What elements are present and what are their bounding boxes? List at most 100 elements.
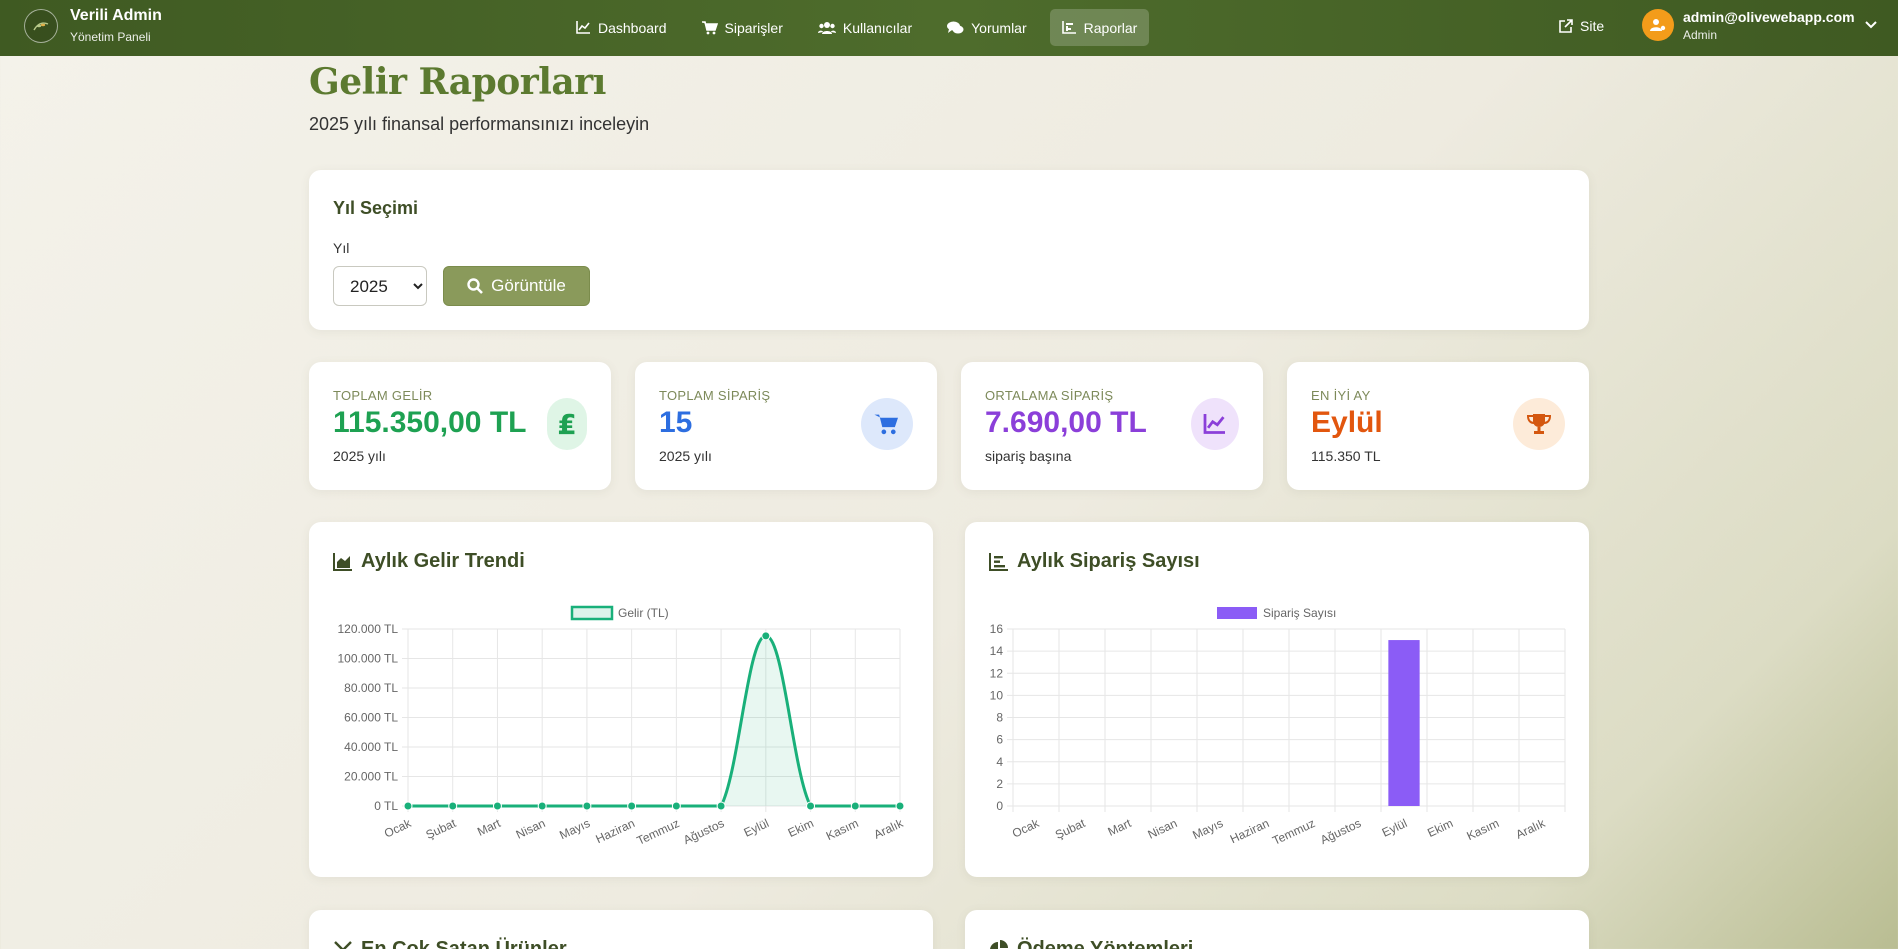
x-tick-label: Temmuz (635, 816, 682, 848)
nav-item-dashboard[interactable]: Dashboard (564, 9, 679, 46)
y-tick-label: 12 (990, 666, 1004, 680)
site-link-label: Site (1580, 18, 1605, 34)
stat-card-average-order: ORTALAMA SİPARİŞ 7.690,00 TL sipariş baş… (961, 362, 1263, 490)
stat-label: TOPLAM SİPARİŞ (659, 388, 771, 403)
x-tick-label: Eylül (742, 816, 771, 840)
x-tick-label: Haziran (1228, 816, 1271, 846)
brand[interactable]: Verili Admin Yönetim Paneli (24, 8, 162, 43)
data-point (895, 801, 905, 811)
nav-label-orders: Siparişler (724, 19, 783, 36)
x-tick-label: Kasım (824, 816, 861, 843)
cart-icon (861, 398, 913, 450)
stat-sub: sipariş başına (985, 448, 1072, 464)
users-icon (817, 22, 836, 34)
brand-subtitle: Yönetim Paneli (70, 30, 151, 44)
year-label: Yıl (333, 240, 350, 256)
data-point (492, 801, 502, 811)
x-tick-label: Aralık (1514, 816, 1549, 842)
revenue-line-chart: 0 TL 20.000 TL 40.000 TL 60.000 TL 80.000 TL… (338, 605, 907, 848)
x-tick-label: Mart (1106, 816, 1134, 839)
nav-item-orders[interactable]: Siparişler (690, 9, 795, 46)
data-bar (1388, 640, 1420, 806)
payment-methods-card: Ödeme Yöntemleri (965, 910, 1589, 949)
nav-label-reports: Raporlar (1083, 19, 1138, 36)
site-link[interactable]: Site (1559, 18, 1604, 34)
page-subtitle: 2025 yılı finansal performansınızı incel… (309, 114, 650, 134)
y-tick-label: 6 (996, 733, 1003, 747)
x-tick-label: Mayıs (1190, 816, 1225, 842)
pie-chart-icon (990, 939, 1008, 949)
year-selection-card: Yıl Seçimi Yıl 2025 Görüntüle (309, 170, 1589, 330)
nav-item-users[interactable]: Kullanıcılar (806, 9, 924, 46)
cart-icon (701, 20, 718, 34)
x-tick-label: Ağustos (681, 816, 726, 847)
stat-value: 115.350,00 TL (333, 406, 527, 439)
y-tick-label: 120.000 TL (338, 622, 399, 636)
legend-swatch (570, 605, 614, 621)
x-tick-label: Ocak (382, 816, 414, 841)
x-tick-label: Mart (475, 816, 503, 839)
stat-label: TOPLAM GELİR (333, 388, 433, 403)
series-area-fill (408, 635, 900, 806)
nav-item-comments[interactable]: Yorumlar (935, 9, 1039, 46)
orders-chart-card: Aylık Sipariş Sayısı 0 2 4 6 8 10 12 14 16 Ocak Şu… (965, 522, 1589, 877)
x-tick-label: Kasım (1465, 816, 1502, 843)
olive-logo-icon (24, 8, 58, 43)
y-tick-label: 100.000 TL (338, 652, 399, 666)
stat-card-total-revenue: TOPLAM GELİR 115.350,00 TL 2025 yılı ₤ (309, 362, 611, 490)
data-point (806, 801, 816, 811)
user-menu[interactable]: admin@olivewebapp.com Admin (1642, 9, 1877, 41)
top-navbar: Verili Admin Yönetim Paneli Dashboard Si… (0, 0, 1898, 56)
comments-icon (947, 21, 964, 33)
view-button-label: Görüntüle (491, 276, 566, 295)
x-tick-label: Ocak (1010, 816, 1042, 841)
lira-icon: ₤ (547, 398, 587, 450)
chart-line-icon (576, 21, 590, 34)
data-point (850, 801, 860, 811)
main-nav: Dashboard Siparişler Kullanıcılar Yoruml… (564, 9, 1160, 46)
x-tick-label: Ekim (1425, 816, 1455, 840)
x-tick-label: Eylül (1380, 816, 1409, 840)
search-icon (467, 278, 484, 294)
data-point (582, 801, 592, 811)
nav-item-reports[interactable]: Raporlar (1049, 9, 1150, 46)
chart-line-icon (1191, 398, 1239, 450)
top-products-title-text: En Çok Satan Ürünler (361, 938, 567, 949)
year-selection-title: Yıl Seçimi (333, 198, 419, 218)
stat-label: ORTALAMA SİPARİŞ (985, 388, 1114, 403)
nav-label-comments: Yorumlar (971, 19, 1027, 36)
top-products-card: En Çok Satan Ürünler (309, 910, 933, 949)
payment-methods-title: Ödeme Yöntemleri (989, 938, 1193, 949)
y-tick-label: 60.000 TL (344, 711, 398, 725)
y-tick-label: 8 (996, 711, 1003, 725)
stat-value: Eylül (1311, 406, 1383, 439)
y-tick-label: 0 TL (374, 799, 398, 813)
data-point (627, 801, 637, 811)
payment-methods-title-text: Ödeme Yöntemleri (1017, 938, 1194, 949)
data-point (448, 801, 458, 811)
trophy-icon (1513, 398, 1565, 450)
data-point (537, 801, 547, 811)
stat-card-total-orders: TOPLAM SİPARİŞ 15 2025 yılı (635, 362, 937, 490)
view-button[interactable]: Görüntüle (443, 266, 590, 306)
stat-value: 7.690,00 TL (985, 406, 1147, 439)
x-tick-label: Ekim (786, 816, 816, 840)
year-select[interactable]: 2025 (333, 266, 427, 306)
y-tick-label: 4 (996, 755, 1003, 769)
x-tick-label: Aralık (872, 816, 907, 842)
nav-label-users: Kullanıcılar (842, 19, 913, 36)
user-email: admin@olivewebapp.com (1683, 8, 1855, 25)
x-tick-label: Şubat (1053, 816, 1088, 842)
nav-label-dashboard: Dashboard (598, 19, 667, 36)
y-tick-label: 0 (996, 799, 1003, 813)
y-tick-label: 40.000 TL (344, 740, 398, 754)
chevron-down-icon (1864, 21, 1877, 29)
legend-label: Gelir (TL) (618, 606, 669, 620)
chart-bar-icon (1061, 21, 1076, 34)
stat-sub: 2025 yılı (659, 448, 712, 464)
data-point (716, 801, 726, 811)
stat-sub: 2025 yılı (333, 448, 386, 464)
x-tick-label: Nisan (1146, 816, 1180, 842)
y-tick-label: 20.000 TL (344, 770, 398, 784)
y-tick-label: 16 (990, 622, 1004, 636)
